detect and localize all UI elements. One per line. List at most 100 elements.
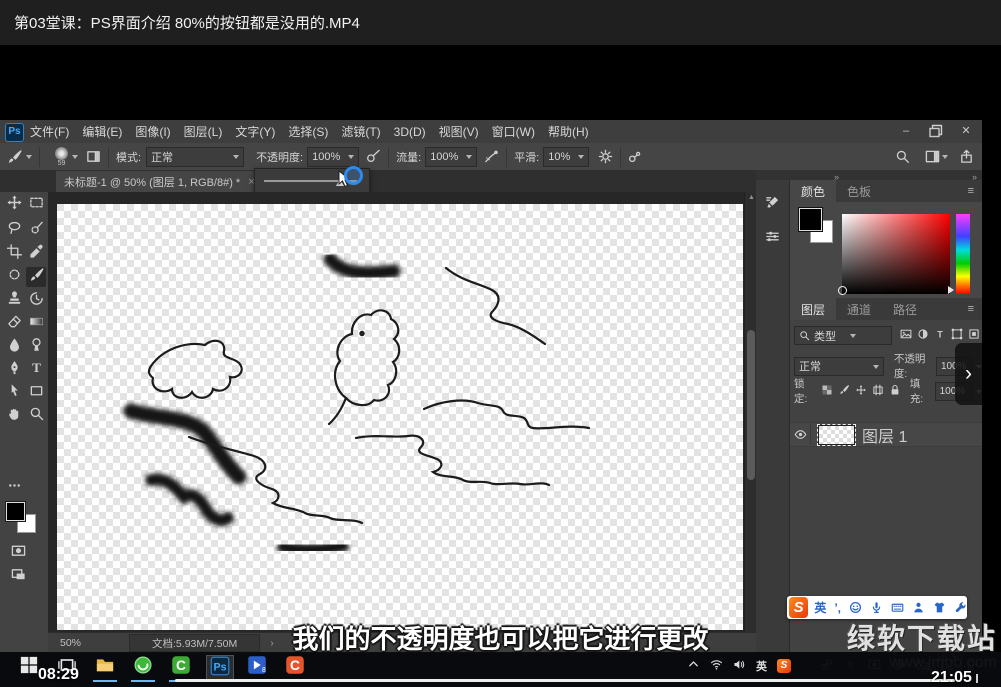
chevron-down-icon[interactable] [26, 155, 32, 162]
restore-icon[interactable] [928, 123, 944, 139]
shape-icon[interactable] [951, 328, 963, 343]
pen-tool-button[interactable] [4, 360, 24, 380]
minimize-icon[interactable]: – [898, 123, 914, 139]
menu-item-1[interactable]: 编辑(E) [82, 123, 122, 140]
menu-item-9[interactable]: 窗口(W) [492, 123, 535, 140]
history-brush-tool-button[interactable] [26, 291, 46, 311]
file-explorer-button[interactable] [92, 655, 118, 679]
close-icon[interactable]: ✕ [958, 123, 974, 139]
sogou-input-toolbar[interactable]: S 英 ’, [787, 596, 967, 619]
sogou-logo-icon[interactable]: S [789, 597, 808, 618]
windows-start-button[interactable] [16, 655, 42, 679]
brush-tool-icon[interactable] [7, 149, 22, 164]
tab-paths[interactable]: 路径 [882, 298, 928, 320]
tab-channels[interactable]: 通道 [836, 298, 882, 320]
blur-tool-button[interactable] [4, 337, 24, 357]
input-language-indicator[interactable]: 英 [756, 658, 767, 674]
menu-item-10[interactable]: 帮助(H) [548, 123, 589, 140]
sogou-item-1[interactable]: ’, [834, 601, 841, 615]
share-icon[interactable] [959, 149, 974, 164]
properties-panel-icon[interactable] [760, 224, 785, 249]
tab-layers[interactable]: 图层 [790, 298, 836, 320]
shape-tool-button[interactable] [26, 383, 46, 403]
menu-item-5[interactable]: 选择(S) [288, 123, 328, 140]
lasso-tool-button[interactable] [4, 220, 24, 240]
wifi-icon[interactable] [710, 658, 723, 674]
menu-item-6[interactable]: 滤镜(T) [341, 123, 380, 140]
lock-artboard-icon[interactable] [872, 384, 884, 399]
scrollbar-thumb[interactable] [747, 330, 755, 480]
menu-item-8[interactable]: 视图(V) [439, 123, 479, 140]
quick-select-tool-button[interactable] [26, 220, 46, 240]
hue-slider[interactable] [956, 214, 970, 294]
hand-tool-button[interactable] [4, 406, 24, 426]
sogou-item-0[interactable]: 英 [814, 599, 826, 616]
brush-preset-picker[interactable]: 59 [55, 147, 68, 167]
green-browser-button[interactable] [130, 655, 156, 679]
scroll-up-icon[interactable]: ▲ [748, 194, 755, 201]
eye-icon[interactable] [794, 428, 807, 441]
layer-name[interactable]: 图层 1 [862, 423, 907, 447]
stamp-tool-button[interactable] [4, 291, 24, 311]
panel-toggle-icon[interactable] [86, 149, 101, 164]
tray-expand-icon[interactable] [687, 658, 700, 674]
history-panel-icon[interactable] [760, 190, 785, 215]
flow-select[interactable]: 100% [425, 147, 477, 167]
airbrush-icon[interactable] [484, 149, 499, 164]
keyboard-icon[interactable] [891, 601, 904, 614]
recorder-app-button[interactable]: C [282, 655, 308, 679]
move-tool-button[interactable] [4, 195, 24, 215]
search-icon[interactable] [895, 149, 910, 164]
image-icon[interactable] [900, 328, 912, 343]
pressure-opacity-icon[interactable] [366, 149, 381, 164]
tab-swatches[interactable]: 色板 [836, 180, 882, 202]
opacity-select[interactable]: 100% [307, 147, 359, 167]
healing-tool-button[interactable] [4, 267, 24, 287]
gear-icon[interactable] [598, 149, 613, 164]
chevron-down-icon[interactable] [72, 155, 78, 162]
crop-tool-button[interactable] [4, 244, 24, 264]
layer-blend-select[interactable]: 正常 [794, 357, 884, 376]
expand-sidebar-button[interactable]: › [955, 343, 982, 405]
wrench-icon[interactable] [954, 601, 967, 614]
marquee-tool-button[interactable] [26, 195, 46, 215]
lock-move-icon[interactable] [855, 384, 867, 399]
blend-mode-select[interactable]: 正常 [146, 147, 244, 167]
type-tool-button[interactable]: T [26, 360, 46, 380]
smoothing-select[interactable]: 10% [543, 147, 589, 167]
path-select-tool-button[interactable] [4, 383, 24, 403]
menu-item-0[interactable]: 文件(F) [30, 123, 69, 140]
camtasia-button[interactable]: C [168, 655, 194, 679]
foreground-color-swatch[interactable] [799, 208, 822, 231]
adjustment-icon[interactable] [917, 328, 929, 343]
layer-row[interactable]: 图层 1 [790, 422, 982, 447]
menu-item-7[interactable]: 3D(D) [394, 125, 426, 139]
smiley-icon[interactable] [849, 601, 862, 614]
menu-item-3[interactable]: 图层(L) [184, 123, 223, 140]
volume-icon[interactable] [733, 658, 746, 674]
eyedropper-tool-button[interactable] [26, 244, 46, 264]
media-app-button[interactable]: 8 [244, 655, 270, 679]
dodge-tool-button[interactable] [26, 337, 46, 357]
lock-all-icon[interactable] [889, 384, 901, 399]
mic-icon[interactable] [870, 601, 883, 614]
sogou-tray-icon[interactable]: S [777, 659, 791, 673]
zoom-tool-button[interactable] [26, 406, 46, 426]
pressure-size-icon[interactable] [628, 149, 643, 164]
menu-item-4[interactable]: 文字(Y) [235, 123, 275, 140]
panel-menu-icon[interactable]: ≡ [960, 180, 982, 202]
color-field[interactable] [842, 214, 950, 294]
type-icon[interactable]: T [934, 328, 946, 343]
foreground-color-swatch[interactable] [6, 502, 25, 521]
smart-object-icon[interactable] [968, 328, 980, 343]
menu-item-2[interactable]: 图像(I) [135, 123, 170, 140]
quick-mask-button[interactable] [8, 540, 28, 560]
color-field-marker[interactable] [838, 286, 847, 295]
gradient-tool-button[interactable] [26, 314, 46, 334]
workspace-icon[interactable] [925, 149, 940, 164]
photoshop-button[interactable]: Ps [206, 655, 234, 681]
skin-icon[interactable] [933, 601, 946, 614]
panel-menu-icon[interactable]: ≡ [960, 298, 982, 320]
screen-mode-button[interactable] [8, 564, 28, 584]
chevron-down-icon[interactable] [942, 155, 948, 162]
